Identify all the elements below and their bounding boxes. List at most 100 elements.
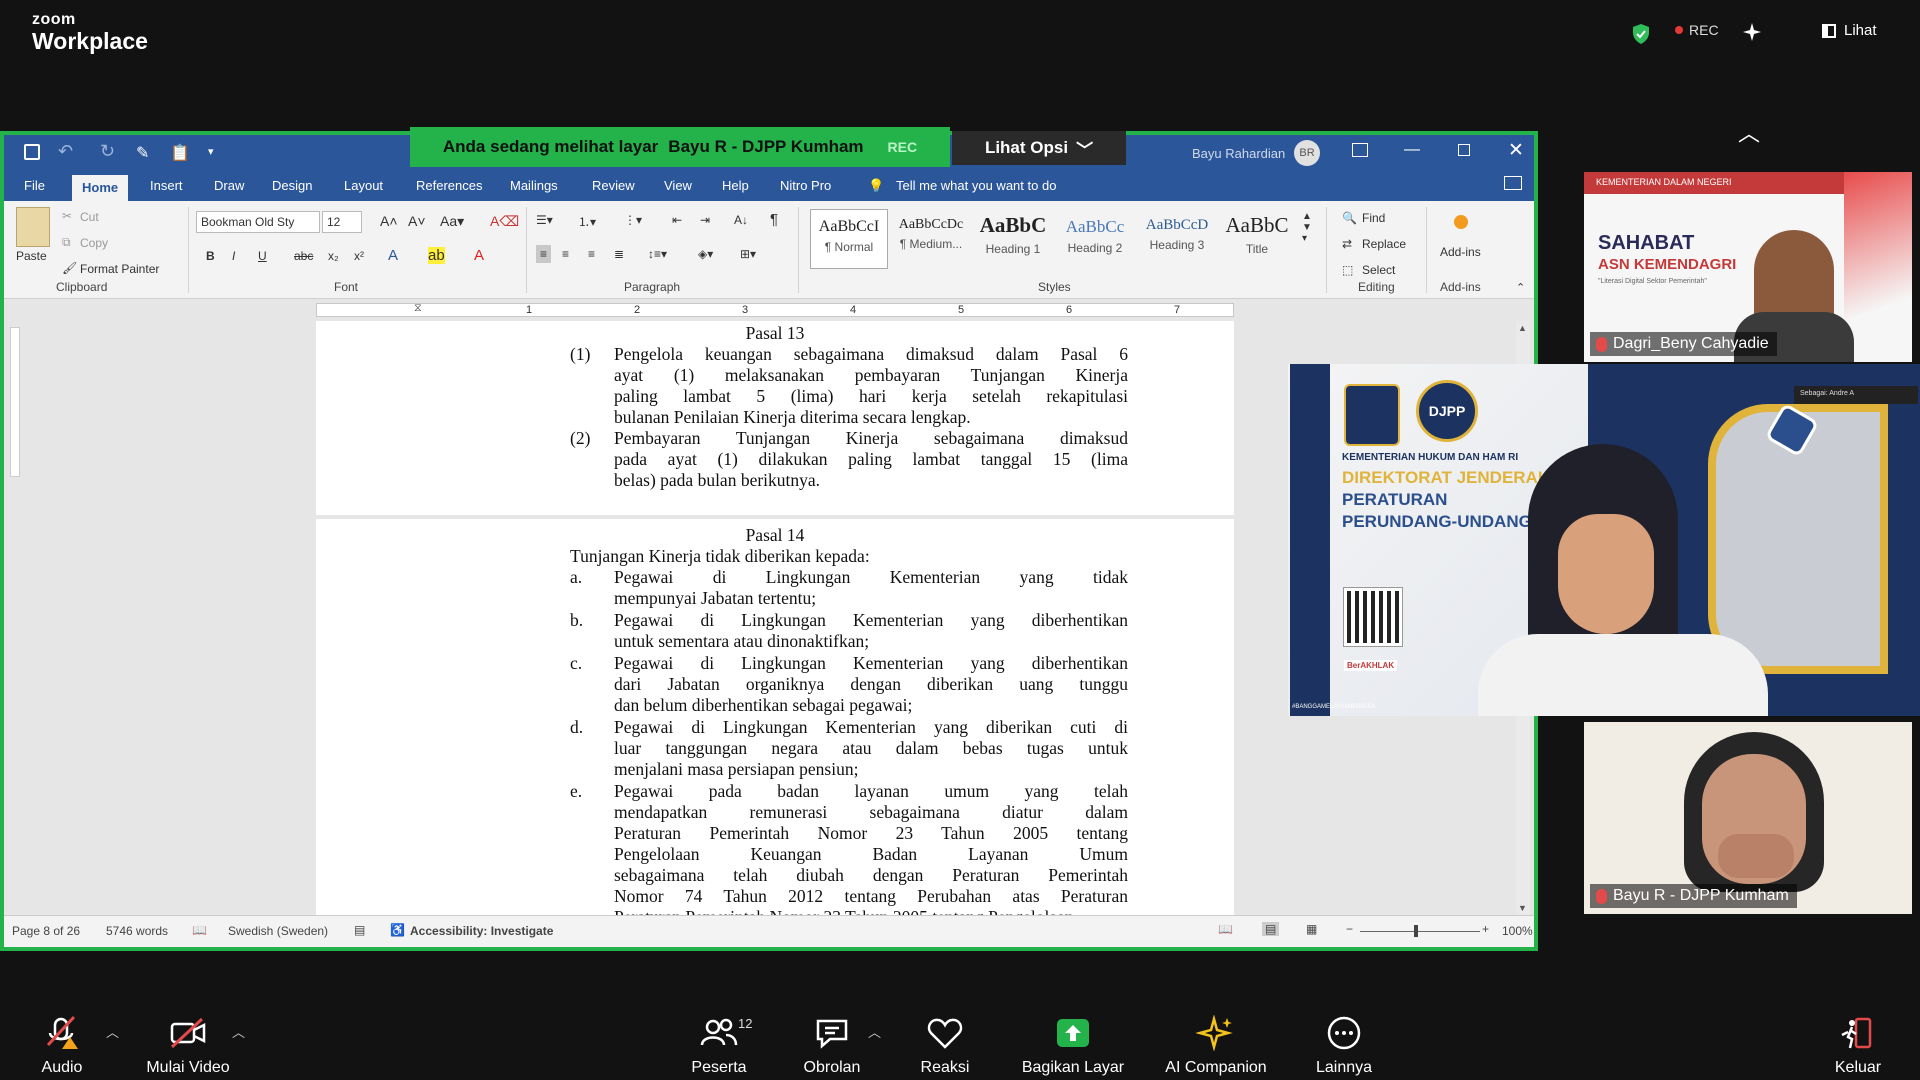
increase-indent-icon[interactable]: ⇥ (700, 213, 710, 227)
accessibility-status[interactable]: Accessibility: Investigate (410, 924, 553, 938)
superscript-icon[interactable]: x² (354, 249, 364, 263)
participants-button[interactable]: Peserta (659, 1015, 779, 1077)
font-color-icon[interactable]: A (474, 247, 484, 264)
style-heading-1[interactable]: AaBbC Heading 1 (974, 209, 1052, 269)
share-screen-button[interactable]: Bagikan Layar (1012, 1015, 1134, 1077)
tab-references[interactable]: References (416, 178, 482, 193)
audio-options-chevron-icon[interactable]: ︿ (106, 1022, 119, 1041)
zoom-out-icon[interactable]: − (1346, 922, 1353, 936)
view-button[interactable]: Lihat (1822, 22, 1877, 39)
shading-icon[interactable]: ◈▾ (698, 247, 713, 261)
ai-sparkle-icon[interactable] (1742, 22, 1762, 47)
borders-icon[interactable]: ⊞▾ (740, 247, 756, 261)
numbering-icon[interactable]: ⒈▾ (578, 213, 596, 230)
zoom-slider-thumb[interactable] (1414, 925, 1418, 937)
style-heading-3[interactable]: AaBbCcD Heading 3 (1138, 209, 1216, 269)
decrease-indent-icon[interactable]: ⇤ (672, 213, 682, 227)
document-page[interactable]: Pasal 14 Tunjangan Kinerja tidak diberik… (316, 519, 1234, 915)
collapse-ribbon-icon[interactable]: ⌃ (1516, 281, 1525, 294)
zoom-slider[interactable] (1360, 931, 1480, 932)
highlight-icon[interactable]: ab (428, 247, 445, 264)
grow-font-icon[interactable]: A˄ (380, 213, 398, 229)
horizontal-ruler[interactable]: ⧖ 1 2 3 4 5 6 7 (4, 299, 1534, 321)
font-name-select[interactable]: Bookman Old Sty (196, 211, 320, 233)
tab-help[interactable]: Help (722, 178, 749, 193)
select-button[interactable]: Select (1362, 263, 1395, 277)
macro-icon[interactable]: ▤ (354, 923, 365, 937)
clipboard-icon[interactable]: 📋 (170, 143, 190, 163)
read-mode-icon[interactable]: 📖 (1218, 922, 1233, 936)
minimize-icon[interactable]: — (1404, 141, 1420, 159)
tab-nitro-pro[interactable]: Nitro Pro (780, 178, 831, 193)
style-heading-2[interactable]: AaBbCc Heading 2 (1056, 209, 1134, 269)
comments-icon[interactable] (1504, 176, 1522, 190)
close-icon[interactable]: ✕ (1508, 139, 1524, 162)
participant-video-djpp[interactable]: DJPP KEMENTERIAN HUKUM DAN HAM RI DIREKT… (1288, 364, 1920, 716)
restore-icon[interactable] (1458, 144, 1470, 156)
indent-marker-icon[interactable]: ⧖ (414, 302, 422, 315)
document-page[interactable]: Pasal 13 (1) Pengelola keuangan sebagaim… (316, 321, 1234, 515)
participant-video-dagri[interactable]: KEMENTERIAN DALAM NEGERI SAHABAT ASN KEM… (1584, 172, 1912, 362)
scroll-down-icon[interactable]: ▼ (1518, 903, 1527, 913)
tab-review[interactable]: Review (592, 178, 635, 193)
style-title[interactable]: AaBbC Title (1218, 209, 1296, 269)
copy-button[interactable]: Copy (80, 236, 108, 250)
tab-draw[interactable]: Draw (214, 178, 244, 193)
undo-icon[interactable]: ↶ (58, 141, 73, 162)
tab-insert[interactable]: Insert (150, 178, 183, 193)
participant-video-bayu[interactable]: Bayu R - DJPP Kumham (1584, 722, 1912, 914)
multilevel-list-icon[interactable]: ⋮▾ (624, 213, 642, 227)
subscript-icon[interactable]: x₂ (328, 249, 339, 263)
web-layout-icon[interactable]: ▦ (1306, 922, 1317, 936)
start-video-button[interactable]: Mulai Video (128, 1015, 248, 1077)
scroll-up-icon[interactable]: ▲ (1518, 323, 1527, 333)
page-count[interactable]: Page 8 of 26 (12, 924, 80, 938)
zoom-in-icon[interactable]: + (1482, 922, 1489, 936)
collapse-panel-icon[interactable]: ︿ (1738, 116, 1760, 148)
text-effects-icon[interactable]: A (388, 247, 398, 264)
account-name[interactable]: Bayu Rahardian (1192, 146, 1285, 161)
print-layout-icon[interactable]: ▤ (1262, 922, 1280, 936)
edit-icon[interactable]: ✎ (136, 143, 149, 163)
replace-button[interactable]: Replace (1362, 237, 1406, 251)
clear-formatting-icon[interactable]: A⌫ (490, 213, 519, 230)
style-medium[interactable]: AaBbCcDc ¶ Medium... (892, 209, 970, 269)
line-spacing-icon[interactable]: ↕≡▾ (648, 247, 667, 261)
save-icon[interactable] (24, 144, 40, 160)
language-status[interactable]: Swedish (Sweden) (228, 924, 328, 938)
chat-options-chevron-icon[interactable]: ︿ (868, 1022, 881, 1041)
recording-indicator[interactable]: REC (1675, 22, 1719, 38)
proofing-icon[interactable]: 📖 (192, 923, 207, 937)
reactions-button[interactable]: Reaksi (885, 1015, 1005, 1077)
leave-button[interactable]: Keluar (1808, 1015, 1908, 1077)
styles-scroll-icon[interactable]: ▲ ▼ ▾ (1302, 211, 1312, 244)
redo-icon[interactable]: ↻ (100, 141, 115, 162)
tell-me-box[interactable]: Tell me what you want to do (896, 178, 1056, 193)
tab-design[interactable]: Design (272, 178, 312, 193)
strikethrough-icon[interactable]: abc (294, 249, 313, 263)
tab-layout[interactable]: Layout (344, 178, 383, 193)
tab-file[interactable]: File (24, 178, 45, 193)
show-marks-icon[interactable]: ¶ (770, 211, 778, 228)
audio-button[interactable]: Audio (2, 1015, 122, 1077)
add-ins-button[interactable]: Add-ins (1440, 245, 1481, 259)
format-painter-button[interactable]: Format Painter (80, 262, 159, 276)
cut-button[interactable]: Cut (80, 210, 99, 224)
tab-view[interactable]: View (664, 178, 692, 193)
ai-companion-button[interactable]: AI Companion (1150, 1015, 1282, 1077)
view-options-button[interactable]: Lihat Opsi ﹀ (952, 131, 1126, 165)
align-right-icon[interactable]: ≡ (588, 247, 595, 261)
change-case-icon[interactable]: Aa▾ (440, 213, 464, 230)
more-button[interactable]: Lainnya (1284, 1015, 1404, 1077)
tab-home[interactable]: Home (72, 175, 129, 201)
word-count[interactable]: 5746 words (106, 924, 168, 938)
align-center-icon[interactable]: ≡ (562, 247, 569, 261)
bullets-icon[interactable]: ☰▾ (536, 213, 553, 227)
account-avatar[interactable]: BR (1294, 140, 1320, 166)
paste-button[interactable]: Paste (16, 249, 47, 263)
underline-icon[interactable]: U (258, 249, 267, 263)
zoom-level[interactable]: 100% (1502, 924, 1533, 938)
find-button[interactable]: Find (1362, 211, 1385, 225)
shrink-font-icon[interactable]: A˅ (408, 213, 426, 229)
italic-icon[interactable]: I (232, 249, 235, 263)
